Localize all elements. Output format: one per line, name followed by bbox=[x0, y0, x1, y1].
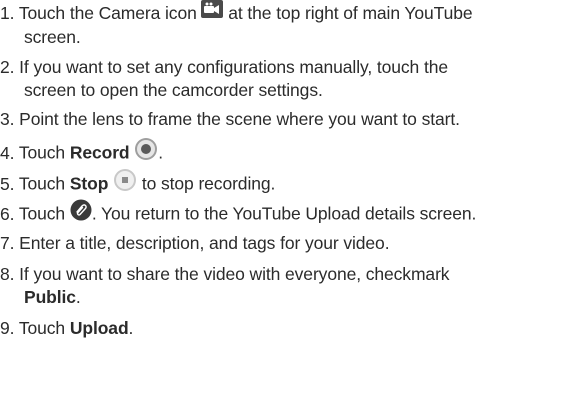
stop-icon bbox=[113, 168, 137, 198]
step-6: 6. Touch . You return to the YouTube Upl… bbox=[0, 199, 572, 229]
step-4: 4. Touch Record . bbox=[0, 137, 572, 169]
step-number: 4. bbox=[0, 142, 15, 163]
step-1: 1. Touch the Camera icon at the top righ… bbox=[0, 0, 572, 49]
step-2: 2. If you want to set any configurations… bbox=[0, 56, 572, 102]
step-number: 8. bbox=[0, 264, 15, 284]
public-label: Public bbox=[24, 287, 76, 307]
step-number: 3. bbox=[0, 109, 15, 129]
step-text: If you want to share the video with ever… bbox=[19, 264, 450, 284]
record-icon bbox=[134, 137, 158, 167]
step-text: Touch bbox=[18, 142, 66, 163]
step-text: Enter a title, description, and tags for… bbox=[19, 233, 390, 253]
step-number: 6. bbox=[0, 203, 15, 224]
step-punct: . bbox=[128, 318, 134, 338]
instruction-list: 1. Touch the Camera icon at the top righ… bbox=[0, 0, 572, 411]
step-text-continued: at the top right of main YouTube bbox=[228, 3, 473, 23]
step-text: Touch the Camera icon bbox=[18, 3, 197, 23]
step-punct: . bbox=[75, 287, 81, 307]
step-continuation: screen to open the camcorder settings. bbox=[24, 80, 323, 100]
step-text: If you want to set any configurations ma… bbox=[19, 57, 448, 77]
step-text: Touch bbox=[18, 203, 66, 224]
step-number: 7. bbox=[0, 233, 15, 253]
step-7: 7. Enter a title, description, and tags … bbox=[0, 232, 572, 255]
camera-icon bbox=[201, 0, 224, 24]
stop-label: Stop bbox=[69, 173, 109, 194]
step-text: Touch bbox=[18, 318, 66, 338]
record-label: Record bbox=[69, 142, 130, 163]
step-5: 5. Touch Stop to stop recording. bbox=[0, 168, 572, 200]
step-number: 9. bbox=[0, 318, 15, 338]
step-text: Touch bbox=[18, 173, 66, 194]
step-8: 8. If you want to share the video with e… bbox=[0, 263, 572, 309]
step-number: 1. bbox=[0, 3, 15, 23]
upload-label: Upload bbox=[69, 318, 129, 338]
step-text: Point the lens to frame the scene where … bbox=[19, 109, 460, 129]
step-continuation: Public. bbox=[0, 286, 572, 309]
step-9: 9. Touch Upload. bbox=[0, 317, 572, 340]
attach-icon bbox=[70, 199, 92, 227]
step-text-continued: to stop recording. bbox=[141, 173, 276, 194]
step-text-continued: . You return to the YouTube Upload detai… bbox=[91, 203, 477, 224]
step-punct: . bbox=[158, 142, 164, 163]
step-number: 2. bbox=[0, 57, 15, 77]
step-3: 3. Point the lens to frame the scene whe… bbox=[0, 108, 572, 131]
step-continuation: screen. bbox=[24, 27, 81, 48]
step-number: 5. bbox=[0, 173, 15, 194]
